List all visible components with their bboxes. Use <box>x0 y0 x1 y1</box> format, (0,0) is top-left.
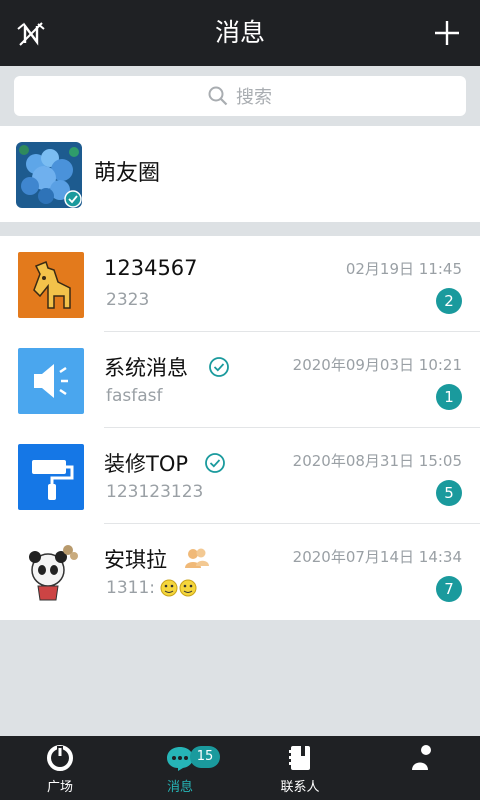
tab-profile[interactable] <box>360 736 480 800</box>
unread-badge: 1 <box>436 384 462 410</box>
add-icon[interactable] <box>432 18 462 48</box>
search-area: 搜索 <box>0 66 480 126</box>
profile-icon <box>412 745 431 770</box>
conversation-preview: fasfasf <box>106 386 163 406</box>
search-input[interactable]: 搜索 <box>14 76 466 116</box>
conversation-name: 系统消息 <box>104 356 188 380</box>
paint-roller-avatar-icon <box>18 444 84 510</box>
conversation-row[interactable]: 1234567 02月19日 11:45 2323 2 <box>0 236 480 332</box>
tab-contacts[interactable]: 联系人 <box>240 736 360 800</box>
conversation-row[interactable]: 装修TOP 2020年08月31日 15:05 123123123 5 <box>0 428 480 524</box>
conversation-preview: 123123123 <box>106 482 204 502</box>
panda-avatar-icon <box>18 540 84 606</box>
verified-badge-icon <box>64 190 82 208</box>
tab-square[interactable]: 广场 <box>0 736 120 800</box>
verified-check-icon <box>209 357 229 377</box>
conversation-time: 2020年09月03日 10:21 <box>292 356 462 374</box>
horse-avatar-icon <box>18 252 84 318</box>
tab-label: 联系人 <box>280 780 320 795</box>
tab-label: 广场 <box>46 780 73 795</box>
group-members-icon <box>185 548 209 568</box>
verified-check-icon <box>205 453 225 473</box>
unread-badge: 2 <box>436 288 462 314</box>
moments-entry[interactable]: 萌友圈 <box>0 126 480 222</box>
conversation-list: 1234567 02月19日 11:45 2323 2 系统消息 2020年09… <box>0 236 480 620</box>
messages-badge: 15 <box>190 746 220 768</box>
bottom-tab-bar: 广场 15 消息 联系人 <box>0 736 480 800</box>
top-bar: 消息 <box>0 0 480 66</box>
conversation-name: 安琪拉 <box>104 548 167 572</box>
conversation-time: 02月19日 11:45 <box>345 260 462 278</box>
conversation-row[interactable]: 系统消息 2020年09月03日 10:21 fasfasf 1 <box>0 332 480 428</box>
contacts-book-icon <box>289 746 310 770</box>
conversation-time: 2020年08月31日 15:05 <box>292 452 462 470</box>
conversation-preview: 1311: <box>106 578 198 598</box>
unread-badge: 7 <box>436 576 462 602</box>
conversation-name: 装修TOP <box>104 452 189 476</box>
preview-text: 1311: <box>106 578 155 598</box>
conversation-preview: 2323 <box>106 290 150 310</box>
conversation-row[interactable]: 安琪拉 2020年07月14日 14:34 1311: 7 <box>0 524 480 620</box>
plaza-icon <box>47 745 73 771</box>
search-icon <box>208 86 228 106</box>
conversation-time: 2020年07月14日 14:34 <box>292 548 462 566</box>
tab-label: 消息 <box>166 780 193 795</box>
speaker-avatar-icon <box>18 348 84 414</box>
moments-label: 萌友圈 <box>94 161 161 186</box>
conversation-name: 1234567 <box>104 256 198 280</box>
unread-badge: 5 <box>436 480 462 506</box>
search-placeholder: 搜索 <box>236 87 272 108</box>
emoji-face-icon <box>160 579 197 597</box>
tab-messages[interactable]: 15 消息 <box>120 736 240 800</box>
page-title: 消息 <box>214 18 265 47</box>
